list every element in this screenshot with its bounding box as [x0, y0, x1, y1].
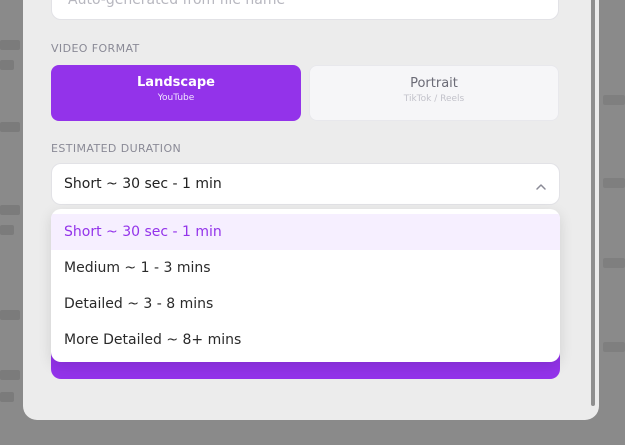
duration-select-value: Short ~ 30 sec - 1 min — [64, 176, 222, 192]
duration-option-more-detailed[interactable]: More Detailed ~ 8+ mins — [51, 322, 560, 358]
duration-option-short[interactable]: Short ~ 30 sec - 1 min — [51, 214, 560, 250]
upload-modal: VIDEO FORMAT Landscape YouTube Portrait … — [23, 0, 599, 420]
format-option-landscape[interactable]: Landscape YouTube — [51, 65, 301, 121]
format-option-portrait[interactable]: Portrait TikTok / Reels — [309, 65, 559, 121]
modal-scrollbar[interactable] — [591, 0, 595, 406]
format-option-subtitle: YouTube — [157, 93, 195, 103]
format-option-title: Portrait — [410, 76, 458, 91]
background-text — [0, 205, 20, 215]
estimated-duration-label: ESTIMATED DURATION — [51, 142, 182, 155]
background-text — [603, 342, 625, 352]
background-text — [0, 122, 20, 132]
background-text — [603, 178, 625, 188]
format-option-title: Landscape — [137, 75, 215, 90]
background-text — [0, 392, 14, 402]
duration-option-medium[interactable]: Medium ~ 1 - 3 mins — [51, 250, 560, 286]
duration-dropdown: Short ~ 30 sec - 1 min Medium ~ 1 - 3 mi… — [51, 209, 560, 362]
background-text — [603, 258, 625, 268]
background-text — [0, 370, 20, 380]
background-text — [0, 310, 20, 320]
video-name-input[interactable] — [51, 0, 559, 20]
video-format-label: VIDEO FORMAT — [51, 42, 140, 55]
background-text — [0, 40, 20, 50]
chevron-up-icon — [535, 178, 547, 190]
duration-select[interactable]: Short ~ 30 sec - 1 min — [51, 163, 560, 205]
background-text — [0, 60, 14, 70]
background-text — [603, 95, 625, 105]
format-option-subtitle: TikTok / Reels — [403, 94, 465, 104]
background-text — [0, 225, 14, 235]
duration-option-detailed[interactable]: Detailed ~ 3 - 8 mins — [51, 286, 560, 322]
screen: VIDEO FORMAT Landscape YouTube Portrait … — [0, 0, 625, 445]
